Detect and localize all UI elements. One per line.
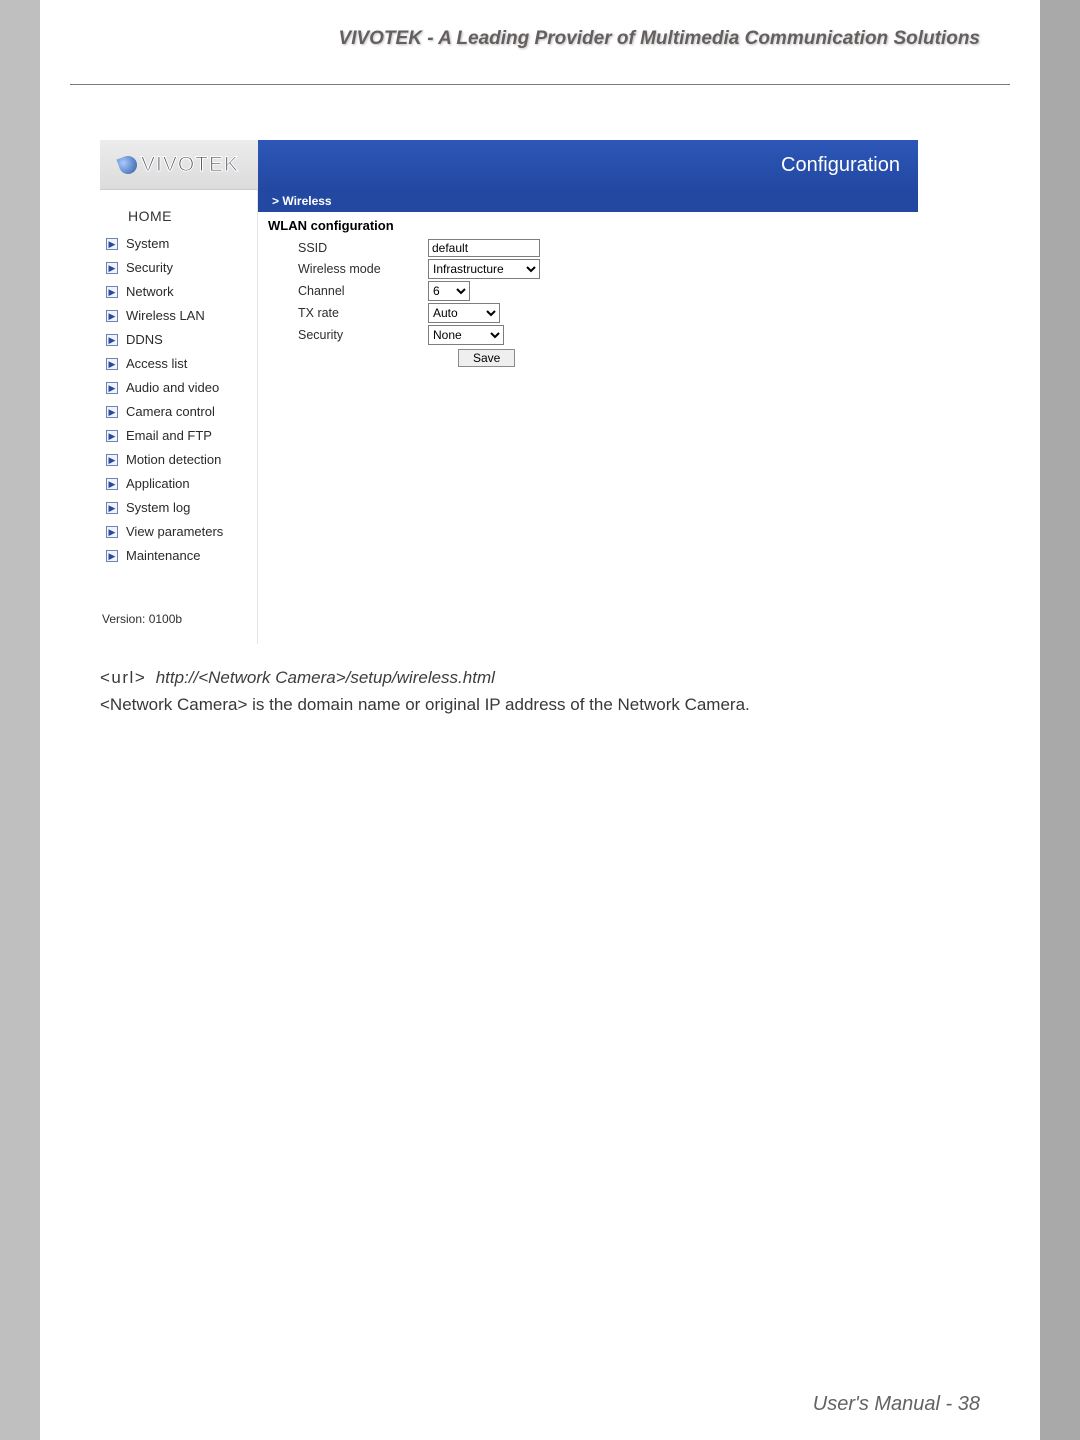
sidebar-item-system-log[interactable]: ▶ System log [100, 496, 257, 520]
sidebar-item-label: DDNS [126, 331, 163, 349]
divider [70, 84, 1010, 85]
logo-swoosh-icon [116, 153, 139, 176]
field-label: Security [268, 328, 428, 342]
sidebar-list: HOME ▶ System ▶ Security ▶ Network ▶ [100, 200, 257, 568]
field-row-ssid: SSID [268, 239, 908, 257]
form-heading: WLAN configuration [268, 218, 908, 233]
arrow-right-icon: ▶ [106, 526, 118, 538]
field-row-channel: Channel 6 [268, 281, 908, 301]
security-select[interactable]: None [428, 325, 504, 345]
caption-desc: <Network Camera> is the domain name or o… [100, 691, 1000, 718]
arrow-right-icon: ▶ [106, 334, 118, 346]
sidebar-item-wireless-lan[interactable]: ▶ Wireless LAN [100, 304, 257, 328]
sidebar-item-audio-video[interactable]: ▶ Audio and video [100, 376, 257, 400]
page-content: VIVOTEK - A Leading Provider of Multimed… [40, 0, 1040, 1440]
sidebar-item-email-ftp[interactable]: ▶ Email and FTP [100, 424, 257, 448]
arrow-right-icon: ▶ [106, 406, 118, 418]
channel-select[interactable]: 6 [428, 281, 470, 301]
arrow-right-icon: ▶ [106, 430, 118, 442]
sidebar-item-motion-detection[interactable]: ▶ Motion detection [100, 448, 257, 472]
sidebar-item-system[interactable]: ▶ System [100, 232, 257, 256]
sidebar-item-security[interactable]: ▶ Security [100, 256, 257, 280]
logo: VIVOTEK [119, 153, 239, 177]
sidebar-item-label: Camera control [126, 403, 215, 421]
sidebar-item-label: Security [126, 259, 173, 277]
wireless-mode-select[interactable]: Infrastructure [428, 259, 540, 279]
arrow-right-icon: ▶ [106, 382, 118, 394]
version-label: Version: 0100b [102, 612, 182, 626]
arrow-right-icon: ▶ [106, 478, 118, 490]
txrate-select[interactable]: Auto [428, 303, 500, 323]
wlan-form: WLAN configuration SSID Wireless mode In… [268, 218, 908, 367]
arrow-right-icon: ▶ [106, 358, 118, 370]
sidebar-item-label: Email and FTP [126, 427, 212, 445]
sidebar-item-view-parameters[interactable]: ▶ View parameters [100, 520, 257, 544]
sidebar-item-label: Access list [126, 355, 187, 373]
arrow-right-icon: ▶ [106, 262, 118, 274]
main-panel: Configuration > Wireless WLAN configurat… [258, 140, 918, 644]
sidebar-item-label: System log [126, 499, 190, 517]
arrow-right-icon: ▶ [106, 238, 118, 250]
field-label: Wireless mode [268, 262, 428, 276]
logo-bar: VIVOTEK [100, 140, 258, 190]
config-ui-screenshot: VIVOTEK HOME ▶ System ▶ Security ▶ [100, 140, 918, 644]
page-title: Configuration [258, 140, 918, 190]
sidebar-item-camera-control[interactable]: ▶ Camera control [100, 400, 257, 424]
field-row-wireless-mode: Wireless mode Infrastructure [268, 259, 908, 279]
arrow-right-icon: ▶ [106, 502, 118, 514]
sidebar-item-label: Audio and video [126, 379, 219, 397]
arrow-right-icon: ▶ [106, 310, 118, 322]
sidebar-item-maintenance[interactable]: ▶ Maintenance [100, 544, 257, 568]
sidebar-item-access-list[interactable]: ▶ Access list [100, 352, 257, 376]
url-label: <url> [100, 668, 146, 687]
sidebar-item-label: Application [126, 475, 190, 493]
arrow-right-icon: ▶ [106, 550, 118, 562]
arrow-right-icon: ▶ [106, 286, 118, 298]
logo-label: VIVOTEK [141, 153, 239, 177]
sidebar-item-network[interactable]: ▶ Network [100, 280, 257, 304]
sidebar-item-label: System [126, 235, 169, 253]
sidebar-item-label: Wireless LAN [126, 307, 205, 325]
page-footer: User's Manual - 38 [813, 1393, 980, 1416]
sidebar-item-label: Motion detection [126, 451, 221, 469]
sidebar-item-label: Network [126, 283, 174, 301]
page-header-tagline: VIVOTEK - A Leading Provider of Multimed… [40, 28, 1040, 50]
sidebar-item-label: View parameters [126, 523, 223, 541]
sidebar-item-label: Maintenance [126, 547, 200, 565]
field-row-txrate: TX rate Auto [268, 303, 908, 323]
save-button[interactable]: Save [458, 349, 515, 367]
sidebar-item-home[interactable]: HOME [100, 200, 257, 232]
field-label: Channel [268, 284, 428, 298]
field-row-security: Security None [268, 325, 908, 345]
sidebar-item-application[interactable]: ▶ Application [100, 472, 257, 496]
url-value: http://<Network Camera>/setup/wireless.h… [156, 668, 495, 687]
url-line: <url> http://<Network Camera>/setup/wire… [100, 664, 1000, 691]
sidebar: VIVOTEK HOME ▶ System ▶ Security ▶ [100, 140, 258, 644]
field-label: SSID [268, 241, 428, 255]
page-left-margin [0, 0, 40, 1440]
arrow-right-icon: ▶ [106, 454, 118, 466]
sidebar-item-ddns[interactable]: ▶ DDNS [100, 328, 257, 352]
ssid-input[interactable] [428, 239, 540, 257]
save-row: Save [268, 349, 908, 367]
field-label: TX rate [268, 306, 428, 320]
section-header: > Wireless [258, 190, 918, 212]
caption-block: <url> http://<Network Camera>/setup/wire… [100, 664, 1000, 718]
